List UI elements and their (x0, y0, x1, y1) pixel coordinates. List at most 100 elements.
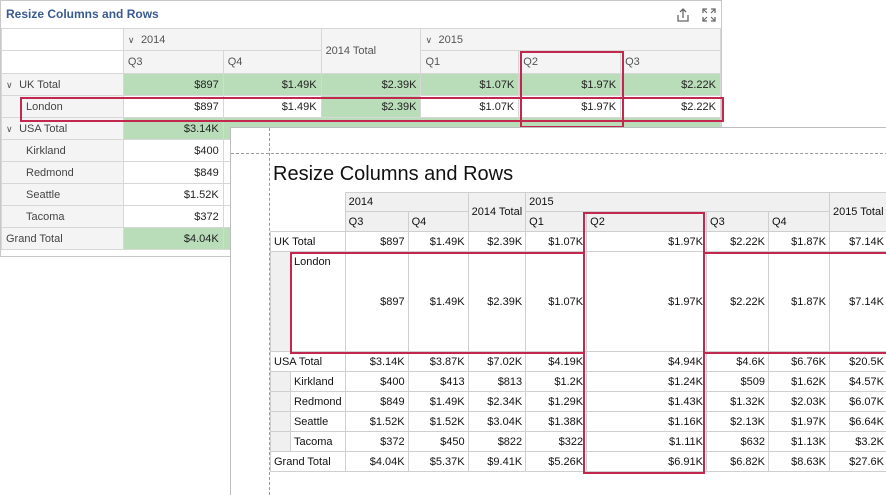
report-cell: $4.57K (829, 372, 886, 392)
col-header-q4[interactable]: Q4 (223, 51, 321, 74)
data-cell: $1.97K (519, 96, 621, 118)
report-row: Tacoma $372 $450 $822 $322 $1.11K $632 $… (271, 432, 886, 452)
report-cell: $897 (345, 232, 408, 252)
row-header-tacoma[interactable]: Tacoma (2, 206, 124, 228)
data-cell: $897 (123, 96, 223, 118)
report-cell: $2.39K (468, 252, 526, 352)
row-header-grand-total[interactable]: Grand Total (2, 228, 124, 250)
report-cell: $20.5K (829, 352, 886, 372)
row-header-redmond[interactable]: Redmond (2, 162, 124, 184)
row-header-usa-total[interactable]: ∨ USA Total (2, 118, 124, 140)
report-cell: $632 (707, 432, 769, 452)
data-cell: $1.07K (421, 74, 519, 96)
report-row: Kirkland $400 $413 $813 $1.2K $1.24K $50… (271, 372, 886, 392)
chevron-down-icon[interactable]: ∨ (6, 80, 16, 91)
report-col-q2: Q2 (587, 212, 707, 232)
report-row-uk-total: UK Total (271, 232, 346, 252)
report-cell: $3.2K (829, 432, 886, 452)
report-cell: $509 (707, 372, 769, 392)
report-row-usa-total: USA Total (271, 352, 346, 372)
report-table: 2014 2014 Total 2015 2015 Total Q3 Q4 Q1… (270, 192, 886, 472)
report-cell: $2.22K (707, 232, 769, 252)
report-col-q3: Q3 (345, 212, 408, 232)
report-cell: $1.24K (587, 372, 707, 392)
chevron-down-icon[interactable]: ∨ (6, 124, 16, 135)
data-cell: $1.49K (223, 74, 321, 96)
report-cell: $1.49K (408, 252, 468, 352)
report-cell: $813 (468, 372, 526, 392)
margin-guide-horizontal (231, 153, 886, 154)
data-cell: $1.07K (421, 96, 519, 118)
report-cell: $1.52K (345, 412, 408, 432)
row-header-uk-total[interactable]: ∨ UK Total (2, 74, 124, 96)
data-cell: $2.39K (321, 74, 421, 96)
report-cell: $897 (345, 252, 408, 352)
report-row: UK Total $897 $1.49K $2.39K $1.07K $1.97… (271, 232, 886, 252)
col-header-q1[interactable]: Q1 (421, 51, 519, 74)
report-cell: $6.82K (707, 452, 769, 472)
indent-cell (271, 372, 291, 392)
report-cell: $7.14K (829, 252, 886, 352)
report-col-2014-total: 2014 Total (468, 193, 526, 232)
report-cell: $372 (345, 432, 408, 452)
indent-cell (271, 392, 291, 412)
report-cell: $6.76K (768, 352, 829, 372)
report-cell: $5.26K (526, 452, 587, 472)
report-col-2015: 2015 (526, 193, 830, 212)
report-cell: $4.19K (526, 352, 587, 372)
report-cell: $2.39K (468, 232, 526, 252)
export-icon[interactable] (675, 7, 691, 23)
corner-cell (271, 212, 346, 232)
chevron-down-icon[interactable]: ∨ (128, 35, 138, 46)
maximize-icon[interactable] (701, 7, 717, 23)
col-header-q2[interactable]: Q2 (519, 51, 621, 74)
report-row: Seattle $1.52K $1.52K $3.04K $1.38K $1.1… (271, 412, 886, 432)
chevron-down-icon[interactable]: ∨ (425, 35, 435, 46)
report-cell: $1.97K (768, 412, 829, 432)
report-cell: $450 (408, 432, 468, 452)
report-row-kirkland: Kirkland (290, 372, 345, 392)
corner-cell (2, 51, 124, 74)
data-cell: $372 (123, 206, 223, 228)
report-col-q3: Q3 (707, 212, 769, 232)
report-cell: $3.87K (408, 352, 468, 372)
col-header-q3[interactable]: Q3 (621, 51, 721, 74)
row-header-london[interactable]: London (2, 96, 124, 118)
row-header-kirkland[interactable]: Kirkland (2, 140, 124, 162)
print-preview-page: Resize Columns and Rows 2014 2014 Total … (230, 127, 886, 495)
report-cell: $5.37K (408, 452, 468, 472)
report-cell: $1.07K (526, 232, 587, 252)
report-cell: $1.87K (768, 232, 829, 252)
report-cell: $9.41K (468, 452, 526, 472)
report-row-redmond: Redmond (290, 392, 345, 412)
report-cell: $4.04K (345, 452, 408, 472)
col-header-2014[interactable]: ∨ 2014 (123, 29, 321, 51)
corner-cell (271, 193, 346, 212)
col-header-q3[interactable]: Q3 (123, 51, 223, 74)
data-cell: $3.14K (123, 118, 223, 140)
report-row-seattle: Seattle (290, 412, 345, 432)
report-cell: $1.38K (526, 412, 587, 432)
report-cell: $4.94K (587, 352, 707, 372)
col-header-2014-total[interactable]: 2014 Total (321, 29, 421, 74)
report-row-london: London (290, 252, 345, 352)
data-cell: $1.52K (123, 184, 223, 206)
report-cell: $8.63K (768, 452, 829, 472)
report-cell: $6.91K (587, 452, 707, 472)
col-header-2015[interactable]: ∨ 2015 (421, 29, 721, 51)
row-header-seattle[interactable]: Seattle (2, 184, 124, 206)
report-row: Grand Total $4.04K $5.37K $9.41K $5.26K … (271, 452, 886, 472)
report-col-q1: Q1 (526, 212, 587, 232)
report-cell: $1.11K (587, 432, 707, 452)
data-cell: $4.04K (123, 228, 223, 250)
report-cell: $1.49K (408, 392, 468, 412)
report-cell: $6.07K (829, 392, 886, 412)
indent-cell (271, 412, 291, 432)
report-cell: $400 (345, 372, 408, 392)
report-col-q4: Q4 (408, 212, 468, 232)
report-cell: $2.03K (768, 392, 829, 412)
report-col-2015-total: 2015 Total (829, 193, 886, 232)
report-cell: $322 (526, 432, 587, 452)
data-cell: $897 (123, 74, 223, 96)
data-cell: $1.97K (519, 74, 621, 96)
